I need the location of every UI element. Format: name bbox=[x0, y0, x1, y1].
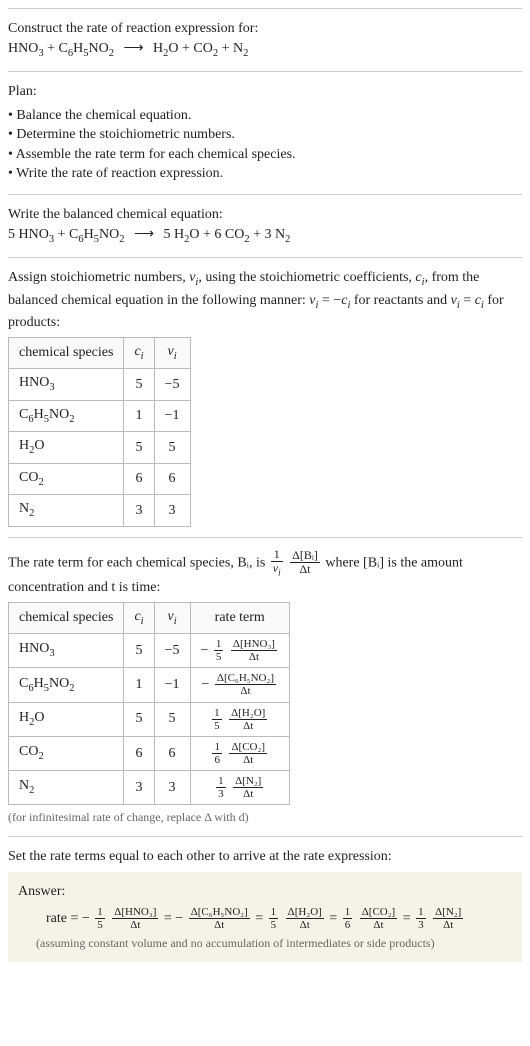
cell-species: N2 bbox=[9, 770, 124, 804]
delta-note: (for infinitesimal rate of change, repla… bbox=[8, 809, 522, 826]
cell-rate-term: 16 Δ[CO₂]Δt bbox=[190, 736, 289, 770]
balanced-equation: 5 HNO3 + C6H5NO2 ⟶ 5 H2O + 6 CO2 + 3 N2 bbox=[8, 225, 522, 247]
frac-one-over-nu: 1 νi bbox=[269, 548, 285, 578]
cell-species: C6H5NO2 bbox=[9, 400, 124, 431]
answer-box: Answer: rate = − 15 Δ[HNO₃]Δt = − Δ[C₆H₅… bbox=[8, 872, 522, 962]
cell-nu: 3 bbox=[154, 770, 190, 804]
cell-species: CO2 bbox=[9, 736, 124, 770]
table-header-row: chemical species ci νi bbox=[9, 337, 191, 368]
cell-c: 5 bbox=[124, 634, 154, 668]
rate-term-table: chemical species ci νi rate term HNO3 5 … bbox=[8, 602, 290, 805]
cell-species: H2O bbox=[9, 702, 124, 736]
table-row: H2O 5 5 15 Δ[H₂O]Δt bbox=[9, 702, 290, 736]
cell-c: 5 bbox=[124, 702, 154, 736]
cell-nu: −5 bbox=[154, 369, 190, 400]
cell-nu: 3 bbox=[154, 495, 190, 526]
cell-c: 3 bbox=[124, 495, 154, 526]
cell-c: 5 bbox=[124, 369, 154, 400]
cell-nu: 5 bbox=[154, 432, 190, 463]
prompt-section: Construct the rate of reaction expressio… bbox=[8, 8, 522, 71]
balanced-section: Write the balanced chemical equation: 5 … bbox=[8, 194, 522, 257]
cell-rate-term: 15 Δ[H₂O]Δt bbox=[190, 702, 289, 736]
plan-section: Plan: Balance the chemical equation. Det… bbox=[8, 71, 522, 194]
balanced-heading: Write the balanced chemical equation: bbox=[8, 205, 522, 225]
stoich-intro: Assign stoichiometric numbers, νi, using… bbox=[8, 268, 522, 333]
col-species: chemical species bbox=[9, 337, 124, 368]
cell-species: C6H5NO2 bbox=[9, 668, 124, 702]
cell-species: HNO3 bbox=[9, 634, 124, 668]
cell-species: CO2 bbox=[9, 463, 124, 494]
col-nu: νi bbox=[154, 337, 190, 368]
cell-c: 6 bbox=[124, 736, 154, 770]
table-row: CO2 6 6 bbox=[9, 463, 191, 494]
plan-step: Assemble the rate term for each chemical… bbox=[8, 145, 522, 165]
cell-c: 6 bbox=[124, 463, 154, 494]
col-nu: νi bbox=[154, 602, 190, 633]
col-c: ci bbox=[124, 337, 154, 368]
stoich-section: Assign stoichiometric numbers, νi, using… bbox=[8, 257, 522, 536]
cell-rate-term: − 15 Δ[HNO₃]Δt bbox=[190, 634, 289, 668]
cell-species: N2 bbox=[9, 495, 124, 526]
cell-rate-term: 13 Δ[N₂]Δt bbox=[190, 770, 289, 804]
table-row: CO2 6 6 16 Δ[CO₂]Δt bbox=[9, 736, 290, 770]
cell-nu: 6 bbox=[154, 463, 190, 494]
table-row: C6H5NO2 1 −1 − Δ[C₆H₅NO₂]Δt bbox=[9, 668, 290, 702]
cell-species: HNO3 bbox=[9, 369, 124, 400]
plan-step: Write the rate of reaction expression. bbox=[8, 164, 522, 184]
assumption-note: (assuming constant volume and no accumul… bbox=[18, 935, 512, 952]
col-rate-term: rate term bbox=[190, 602, 289, 633]
rate-expression: rate = − 15 Δ[HNO₃]Δt = − Δ[C₆H₅NO₂]Δt =… bbox=[18, 906, 512, 931]
plan-list: Balance the chemical equation. Determine… bbox=[8, 106, 522, 184]
cell-c: 3 bbox=[124, 770, 154, 804]
cell-nu: 6 bbox=[154, 736, 190, 770]
cell-nu: −1 bbox=[154, 400, 190, 431]
stoich-table: chemical species ci νi HNO3 5 −5 C6H5NO2… bbox=[8, 337, 191, 527]
cell-species: H2O bbox=[9, 432, 124, 463]
table-row: HNO3 5 −5 bbox=[9, 369, 191, 400]
table-row: N2 3 3 13 Δ[N₂]Δt bbox=[9, 770, 290, 804]
table-row: N2 3 3 bbox=[9, 495, 191, 526]
prompt-title: Construct the rate of reaction expressio… bbox=[8, 19, 522, 39]
cell-nu: −5 bbox=[154, 634, 190, 668]
final-section: Set the rate terms equal to each other t… bbox=[8, 836, 522, 972]
table-row: HNO3 5 −5 − 15 Δ[HNO₃]Δt bbox=[9, 634, 290, 668]
prompt-equation: HNO3 + C6H5NO2 ⟶ H2O + CO2 + N2 bbox=[8, 39, 522, 61]
cell-nu: −1 bbox=[154, 668, 190, 702]
col-c: ci bbox=[124, 602, 154, 633]
frac-delta-b-over-t: Δ[Bᵢ] Δt bbox=[288, 549, 322, 576]
final-heading: Set the rate terms equal to each other t… bbox=[8, 847, 522, 867]
table-header-row: chemical species ci νi rate term bbox=[9, 602, 290, 633]
col-species: chemical species bbox=[9, 602, 124, 633]
rate-term-section: The rate term for each chemical species,… bbox=[8, 537, 522, 836]
plan-step: Balance the chemical equation. bbox=[8, 106, 522, 126]
table-row: H2O 5 5 bbox=[9, 432, 191, 463]
cell-c: 1 bbox=[124, 400, 154, 431]
cell-c: 5 bbox=[124, 432, 154, 463]
answer-label: Answer: bbox=[18, 882, 512, 902]
plan-heading: Plan: bbox=[8, 82, 522, 102]
cell-rate-term: − Δ[C₆H₅NO₂]Δt bbox=[190, 668, 289, 702]
cell-nu: 5 bbox=[154, 702, 190, 736]
rate-term-intro: The rate term for each chemical species,… bbox=[8, 548, 522, 598]
plan-step: Determine the stoichiometric numbers. bbox=[8, 125, 522, 145]
cell-c: 1 bbox=[124, 668, 154, 702]
table-row: C6H5NO2 1 −1 bbox=[9, 400, 191, 431]
